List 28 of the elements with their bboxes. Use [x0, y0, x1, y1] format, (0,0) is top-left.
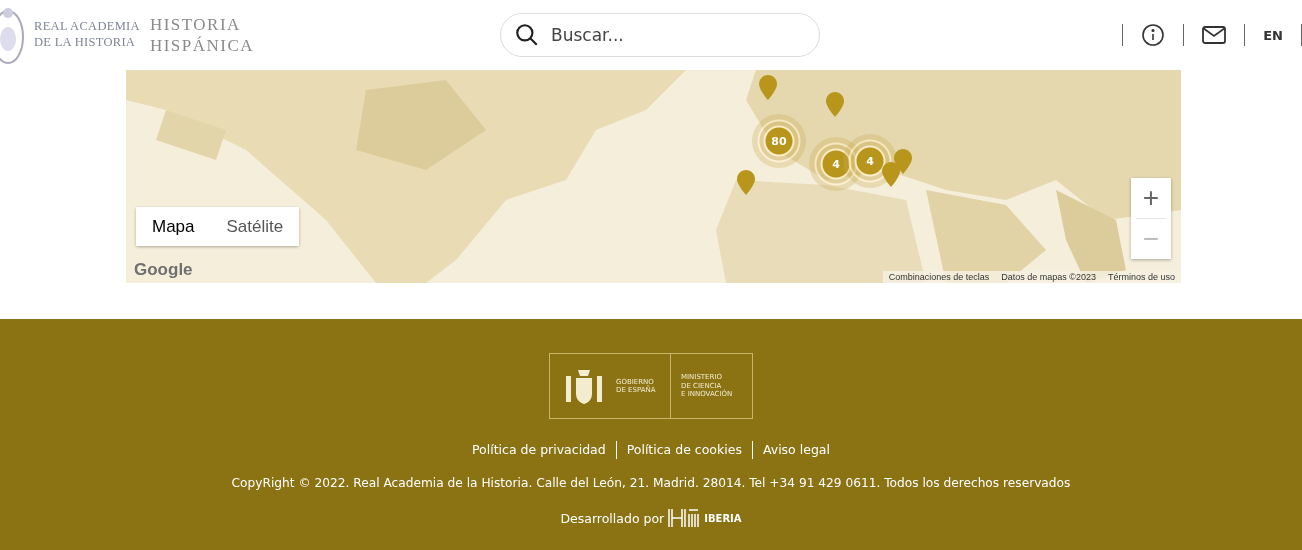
search-icon: [514, 22, 540, 48]
zoom-in-button[interactable]: +: [1131, 178, 1171, 218]
map-pin-icon[interactable]: [759, 75, 777, 100]
map[interactable]: 80 4 4 Mapa Satélite + − Google Combinaciones de teclas Datos de mapas ©2023 Términos de uso: [126, 70, 1181, 283]
info-icon: [1141, 23, 1166, 47]
search-field[interactable]: Buscar...: [500, 13, 820, 57]
footer-link[interactable]: Política de privacidad: [462, 441, 616, 459]
map-type-tab[interactable]: Mapa: [136, 207, 211, 246]
site-name: HISTORIA HISPÁNICA: [149, 13, 255, 57]
provider-logo: Google: [134, 260, 193, 280]
map-attribution[interactable]: Combinaciones de teclas: [888, 272, 990, 282]
developer-logo-icon: [668, 508, 701, 528]
map-pin-icon[interactable]: [737, 170, 755, 195]
footer-link[interactable]: Aviso legal: [751, 441, 840, 459]
language-button[interactable]: EN: [1245, 27, 1301, 43]
developed-by-text: Desarrollado por: [560, 510, 665, 526]
map-attribution[interactable]: Términos de uso: [1107, 272, 1175, 282]
map-pin-icon[interactable]: [882, 162, 900, 187]
footer-link[interactable]: Política de cookies: [615, 441, 752, 459]
map-type-tab[interactable]: Satélite: [210, 207, 300, 246]
copyright-text: CopyRight © 2022. Real Academia de la Historia. Calle del León, 21. Madrid. 28014. Tel +34 91 429 0611. Todos los derechos reservados: [231, 476, 1071, 490]
developer-name: IBERIA: [704, 512, 742, 524]
mail-icon: [1202, 26, 1227, 44]
crest-icon: [0, 5, 24, 65]
map-pin-icon[interactable]: [826, 92, 844, 117]
map-pin-icon[interactable]: [894, 149, 912, 174]
academy-name: REAL ACADEMIA DE LA HISTORIA: [34, 19, 140, 51]
map-attribution: Datos de mapas ©2023: [1001, 272, 1096, 282]
